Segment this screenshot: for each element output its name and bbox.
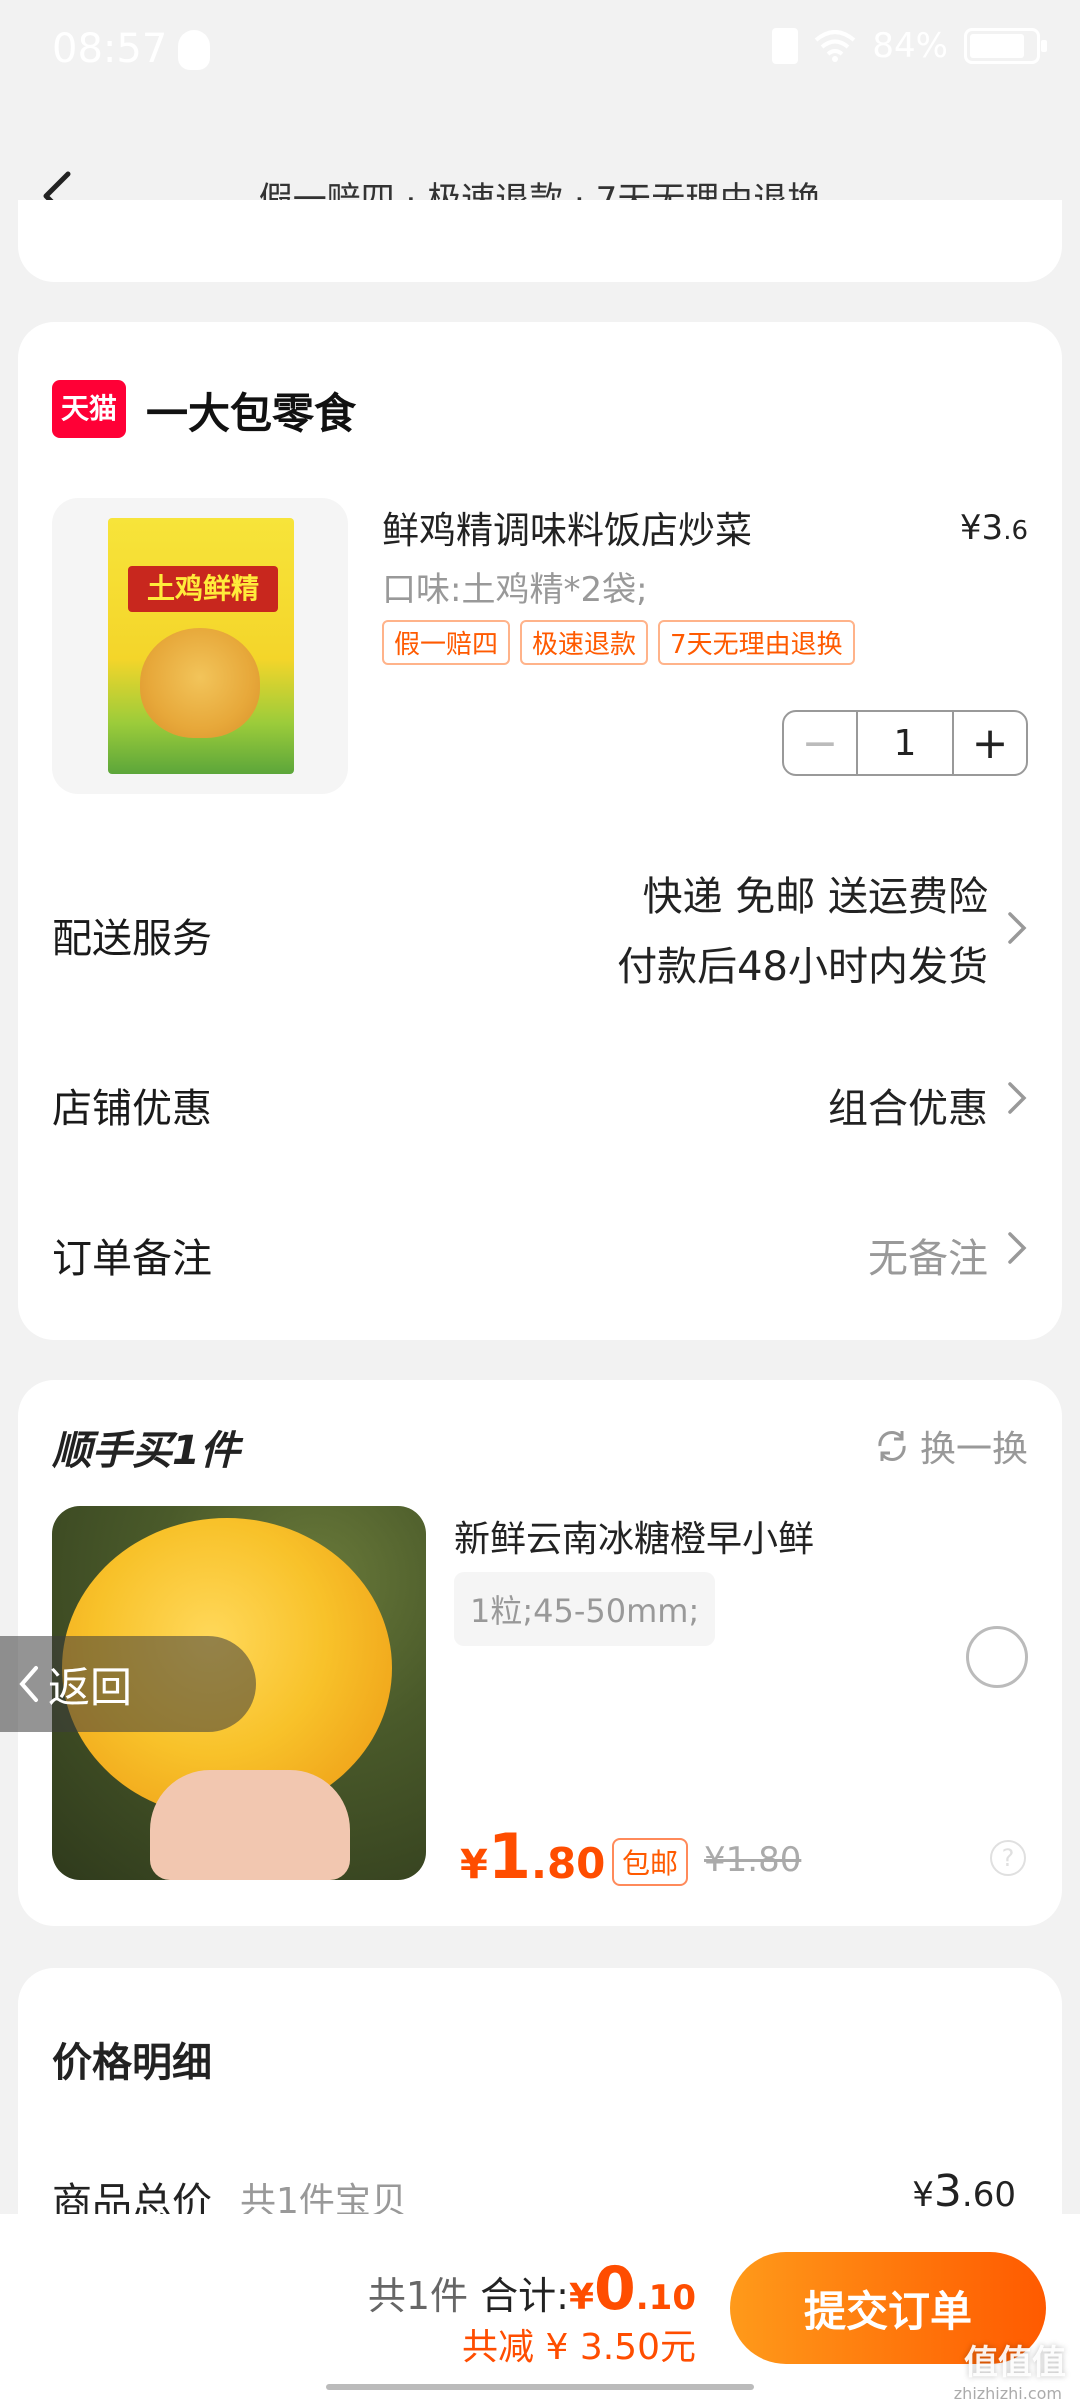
- quantity-stepper: − 1 +: [782, 710, 1028, 776]
- product-title[interactable]: 鲜鸡精调味料饭店炒菜: [382, 500, 752, 554]
- delivery-line2[interactable]: 付款后48小时内发货: [617, 934, 988, 992]
- recommend-product-spec[interactable]: 1粒;45-50mm;: [454, 1572, 716, 1646]
- shop-order-card: [18, 322, 1062, 1340]
- home-indicator[interactable]: [326, 2384, 754, 2390]
- product-price: ¥3.6: [959, 508, 1028, 548]
- shop-name[interactable]: 一大包零食: [146, 380, 356, 441]
- total-discount: 共减 ¥ 3.50元: [462, 2327, 696, 2368]
- sum-value: ¥0.10: [568, 2254, 696, 2324]
- decrease-button[interactable]: −: [784, 712, 856, 774]
- select-radio[interactable]: [966, 1626, 1028, 1688]
- recommend-title: 顺手买1件: [52, 1428, 240, 1474]
- wifi-icon: [815, 30, 856, 62]
- product-spec[interactable]: 口味:土鸡精*2袋;: [382, 562, 648, 611]
- battery-icon: [964, 28, 1047, 64]
- floating-back-label: 返回: [48, 1662, 133, 1712]
- delivery-line1[interactable]: 快递 免邮 送运费险: [643, 864, 988, 922]
- address-card-bottom: [18, 200, 1062, 282]
- free-shipping-tag: 包邮: [612, 1838, 689, 1886]
- help-icon[interactable]: ?: [990, 1840, 1026, 1876]
- remark-label: 订单备注: [52, 1236, 212, 1282]
- chevron-right-icon[interactable]: [1006, 1080, 1028, 1116]
- watermark-url: zhizhizhi.com: [953, 2384, 1062, 2400]
- watermark: 值值值: [964, 2343, 1066, 2383]
- sum-line: 共1件 合计:¥0.10: [368, 2254, 696, 2324]
- service-tags: 假一赔四 极速退款 7天无理由退换: [382, 620, 855, 665]
- chevron-right-icon[interactable]: [1006, 910, 1028, 946]
- recommend-product-name[interactable]: 新鲜云南冰糖橙早小鲜: [454, 1510, 814, 1562]
- status-indicators: 84%: [772, 26, 1047, 66]
- tmall-logo: 天猫: [52, 380, 126, 438]
- price-detail-title: 价格明细: [52, 2040, 212, 2086]
- battery-percent: 84%: [872, 26, 948, 66]
- quantity-value[interactable]: 1: [856, 712, 954, 774]
- item-count: 共1件: [367, 2274, 469, 2318]
- swap-button[interactable]: 换一换: [872, 1420, 1028, 1472]
- increase-button[interactable]: +: [954, 712, 1026, 774]
- status-time: 08:57: [52, 26, 168, 72]
- tag-7day-return: 7天无理由退换: [658, 620, 855, 665]
- swap-label: 换一换: [919, 1429, 1028, 1470]
- battery-fill: [970, 34, 1024, 58]
- original-price: ¥1.80: [704, 1840, 802, 1880]
- tag-fake-compensation: 假一赔四: [382, 620, 511, 665]
- delivery-label: 配送服务: [52, 916, 212, 962]
- chevron-right-icon[interactable]: [1006, 1230, 1028, 1266]
- tag-fast-refund: 极速退款: [520, 620, 649, 665]
- floating-back-button[interactable]: 返回: [0, 1636, 256, 1732]
- total-value: ¥3.60: [912, 2166, 1016, 2217]
- discount-label: 店铺优惠: [52, 1086, 212, 1132]
- recommend-price: ¥1.80: [460, 1820, 606, 1893]
- sum-label: 合计:: [480, 2274, 569, 2318]
- hand-holding: [150, 1770, 350, 1880]
- discount-value[interactable]: 组合优惠: [828, 1076, 988, 1134]
- sim-icon: [772, 28, 799, 64]
- qq-notification-icon: [178, 30, 210, 70]
- remark-value[interactable]: 无备注: [868, 1226, 988, 1284]
- chevron-left-icon: [19, 1666, 38, 1702]
- package-chicken-illustration: [140, 628, 260, 738]
- package-label: 土鸡鲜精: [128, 566, 278, 612]
- refresh-icon: [878, 1431, 906, 1461]
